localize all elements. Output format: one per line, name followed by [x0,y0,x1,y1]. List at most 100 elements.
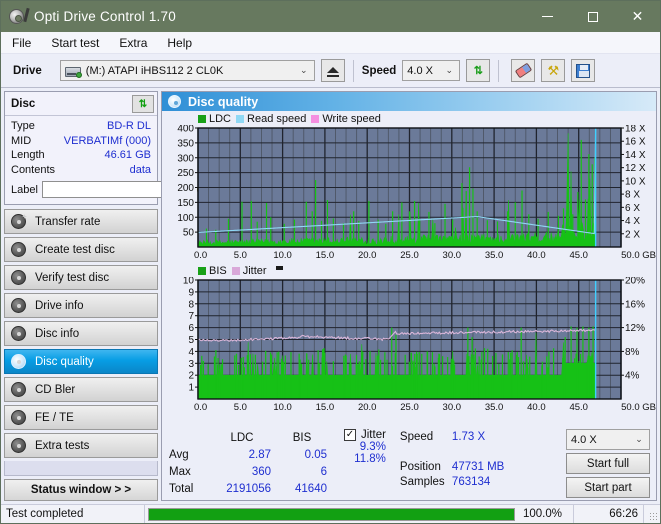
menu-help[interactable]: Help [165,35,194,51]
speed-select[interactable]: 4.0 X ⌄ [402,60,460,81]
legend-label: BIS [209,265,227,277]
svg-text:15.0: 15.0 [316,402,335,413]
sidebar-item-verify-test-disc[interactable]: Verify test disc [4,265,158,290]
disc-row-key: Length [11,149,45,161]
svg-text:2: 2 [188,371,194,382]
sidebar-item-fe-te[interactable]: FE / TE [4,405,158,430]
svg-text:20.0: 20.0 [358,402,377,413]
bis-plot[interactable]: 123456789104%8%12%16%20%0.05.010.015.020… [164,277,657,414]
samples-key: Samples [400,476,452,488]
disc-row-mid: MID VERBATIMf (000) [11,134,151,149]
start-full-button[interactable]: Start full [566,453,650,474]
disc-info-panel: Disc ⇅ Type BD-R DL MID VERBATIMf (000) [4,91,158,205]
table-row: Max 360 6 [166,464,330,481]
disc-icon [11,298,26,313]
disc-row-type: Type BD-R DL [11,119,151,134]
svg-text:12 X: 12 X [625,163,646,174]
disc-quality-panel: Disc quality LDC Read speed [161,91,657,501]
sidebar-item-label: Transfer rate [35,216,100,228]
ldc-plot[interactable]: 501001502002503003504002 X4 X6 X8 X10 X1… [164,125,657,262]
menu-file[interactable]: File [10,35,33,51]
resize-grip[interactable] [644,505,660,523]
stats-row-key: Total [166,481,210,498]
svg-text:100: 100 [177,213,194,224]
position-value: 47731 MB [452,461,504,473]
menu-extra[interactable]: Extra [117,35,149,51]
svg-text:30.0: 30.0 [443,402,462,413]
progress-track [148,508,515,521]
eject-button[interactable] [321,59,345,82]
sidebar-item-create-test-disc[interactable]: Create test disc [4,237,158,262]
status-message: Test completed [1,505,145,523]
bis-chart-legend: BIS Jitter [164,264,654,277]
sidebar-item-disc-info[interactable]: Disc info [4,321,158,346]
stats-corner [166,429,210,446]
svg-text:45.0: 45.0 [569,402,588,413]
save-button[interactable] [571,59,595,82]
legend-swatch-icon [232,267,240,275]
sidebar-item-extra-tests[interactable]: Extra tests [4,433,158,458]
stats-table: LDC BIS Avg 2.87 0.05 Max 360 6 Total [166,429,330,498]
disc-row-key: MID [11,135,31,147]
svg-text:0.0: 0.0 [194,402,207,413]
speed-value: 1.73 X [452,431,485,443]
close-button[interactable]: ✕ [615,1,660,32]
grip-icon [649,512,658,521]
minimize-button[interactable] [525,1,570,32]
sidebar-item-cd-bler[interactable]: CD Bler [4,377,158,402]
svg-text:16 X: 16 X [625,137,646,148]
progress-fill [149,509,514,520]
disc-label-row: Label [11,180,151,199]
start-part-button[interactable]: Start part [566,477,650,498]
disc-icon [11,354,26,369]
svg-text:40.0: 40.0 [527,402,546,413]
legend-label: Write speed [322,113,381,125]
legend-write-speed: Write speed [311,113,381,125]
svg-text:2 X: 2 X [625,229,640,240]
refresh-button[interactable]: ⇅ [466,59,490,82]
stats-cell-ldc: 2191056 [210,481,274,498]
chevron-down-icon: ⌄ [631,434,647,445]
sidebar-item-label: Create test disc [35,244,115,256]
disc-label-key: Label [11,184,38,196]
svg-text:250: 250 [177,168,194,179]
table-row: Total 2191056 41640 [166,481,330,498]
legend-label: Jitter [243,265,267,277]
drive-select[interactable]: (M:) ATAPI iHBS112 2 CL0K ⌄ [60,60,315,81]
panel-header: Disc quality [162,92,656,111]
test-speed-select[interactable]: 4.0 X ⌄ [566,429,650,450]
app-icon [9,8,27,26]
jitter-toggle-row: ✓ Jitter [344,429,386,441]
disc-row-value: data [130,164,151,176]
drive-select-value: (M:) ATAPI iHBS112 2 CL0K [86,65,296,77]
speed-label: Speed [362,65,397,77]
status-window-button[interactable]: Status window > > [4,479,158,501]
disc-row-value: BD-R DL [107,120,151,132]
clear-button[interactable] [511,59,535,82]
legend-jitter: Jitter [232,265,267,277]
jitter-label: Jitter [361,429,386,441]
legend-bis: BIS [198,265,227,277]
svg-text:50: 50 [183,228,195,239]
legend-swatch-icon [236,115,244,123]
sidebar-item-disc-quality[interactable]: Disc quality [4,349,158,374]
menu-start-test[interactable]: Start test [49,35,101,51]
svg-text:7: 7 [188,311,194,322]
disc-info-rows: Type BD-R DL MID VERBATIMf (000) Length … [5,116,157,204]
svg-text:8%: 8% [625,347,640,358]
sidebar-item-transfer-rate[interactable]: Transfer rate [4,209,158,234]
sidebar-item-drive-info[interactable]: Drive info [4,293,158,318]
jitter-checkbox[interactable]: ✓ [344,429,356,441]
svg-text:35.0: 35.0 [485,250,504,261]
maximize-button[interactable] [570,1,615,32]
disc-refresh-button[interactable]: ⇅ [132,95,154,113]
chevron-down-icon: ⌄ [296,65,312,76]
svg-text:4 X: 4 X [625,216,640,227]
sidebar-item-label: CD Bler [35,384,75,396]
svg-text:200: 200 [177,183,194,194]
svg-text:45.0: 45.0 [569,250,588,261]
floppy-save-icon [576,64,590,78]
tools-button[interactable]: ⚒ [541,59,565,82]
table-header-row: LDC BIS [166,429,330,446]
svg-text:12%: 12% [625,323,645,334]
